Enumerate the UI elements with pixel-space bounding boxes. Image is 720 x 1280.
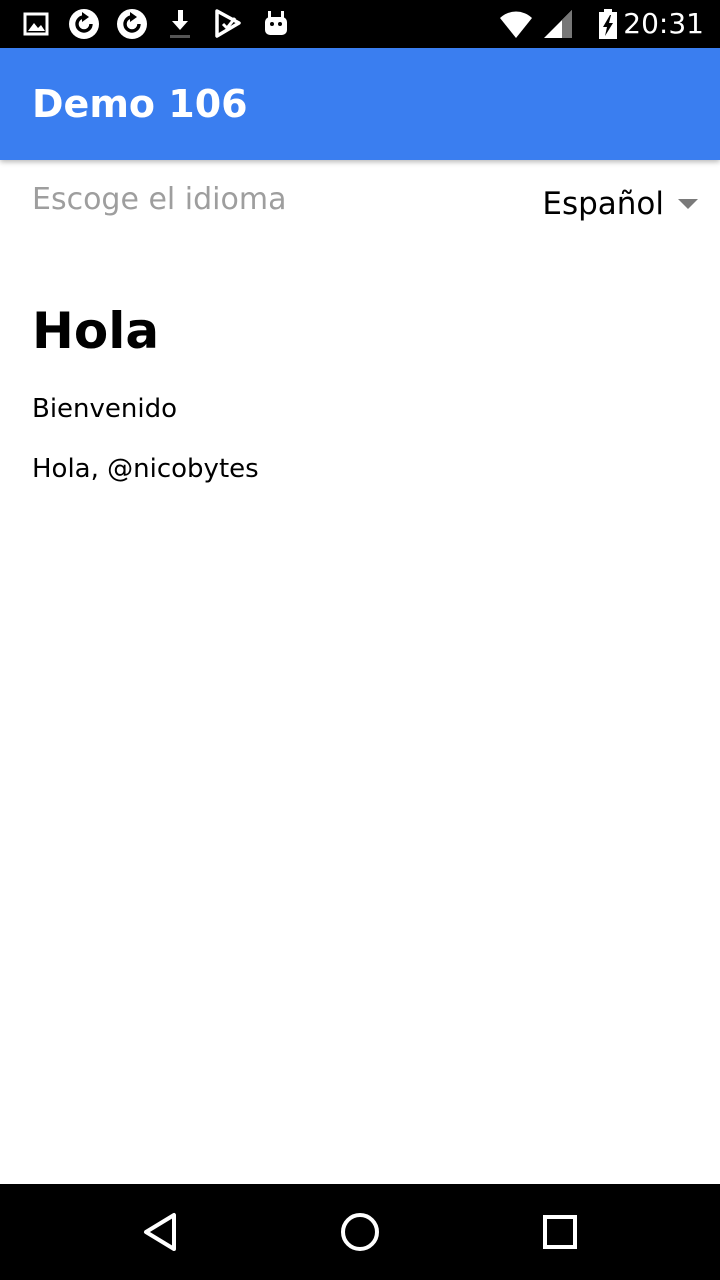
app-bar: Demo 106 [0,48,720,160]
app-title: Demo 106 [32,82,248,126]
language-row: Escoge el idioma Español [0,160,720,248]
language-select[interactable]: Español [542,176,698,232]
download-icon [164,8,196,40]
greeting-text: Hola, @nicobytes [32,454,259,484]
signal-icon [542,8,574,40]
back-icon[interactable] [136,1208,184,1256]
status-bar: 20:31 [0,0,720,48]
battery-charging-icon [592,8,624,40]
home-icon[interactable] [336,1208,384,1256]
wifi-icon [498,8,534,40]
navigation-bar [0,1184,720,1280]
image-icon [20,8,52,40]
recents-icon[interactable] [536,1208,584,1256]
clock: 20:31 [623,7,704,40]
sync-icon [68,8,100,40]
welcome-text: Bienvenido [32,394,178,424]
language-label: Escoge el idioma [32,182,287,217]
sync-icon [116,8,148,40]
dropdown-arrow-icon [678,199,698,209]
screen: 20:31 Demo 106 Escoge el idioma Español … [0,0,720,1280]
play-store-icon [212,8,244,40]
page-heading: Hola [32,302,160,360]
language-selected-value: Español [542,186,664,222]
android-icon [260,8,292,40]
